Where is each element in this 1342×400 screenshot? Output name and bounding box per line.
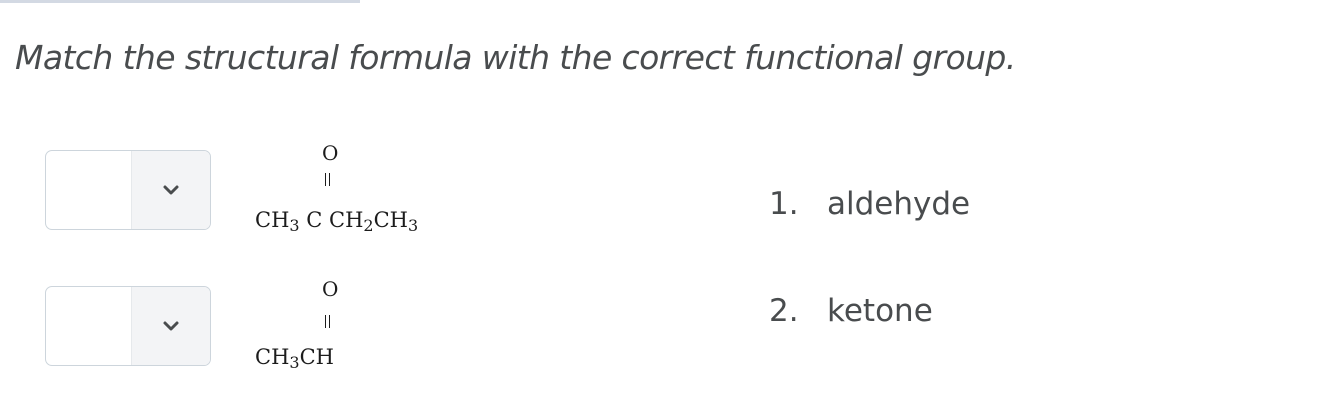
carbon-chain: CH3CH [255,345,334,372]
chevron-down-icon [163,321,179,331]
structural-formula-1: O CH3 C CH2CH3 [255,140,515,240]
answer-number: 2. [769,293,799,329]
answer-label: ketone [827,293,933,329]
chain-group: CH3 [255,208,300,235]
answer-choice-2: 2. ketone [769,293,933,329]
oxygen-atom: O [322,141,339,165]
match-dropdown-2[interactable] [45,286,211,366]
match-dropdown-1[interactable] [45,150,211,230]
dropdown-2-value [46,287,132,365]
double-bond [325,173,330,186]
chain-group: C [299,208,329,232]
answer-label: aldehyde [827,186,971,222]
oxygen-atom: O [322,277,339,301]
double-bond [325,315,330,328]
chevron-down-icon [163,185,179,195]
dropdown-1-value [46,151,132,229]
carbon-chain: CH3 C CH2CH3 [255,208,419,235]
question-prompt: Match the structural formula with the co… [15,38,1016,77]
chain-group: CH [299,345,334,369]
dropdown-1-toggle[interactable] [131,151,210,229]
chain-group: CH3 [373,208,419,235]
top-divider [0,0,360,3]
answer-choice-1: 1. aldehyde [769,186,970,222]
chain-group: CH3 [255,345,300,372]
dropdown-2-toggle[interactable] [131,287,210,365]
structural-formula-2: O CH3CH [255,276,515,376]
chain-group: CH2 [329,208,374,235]
answer-number: 1. [769,186,799,222]
